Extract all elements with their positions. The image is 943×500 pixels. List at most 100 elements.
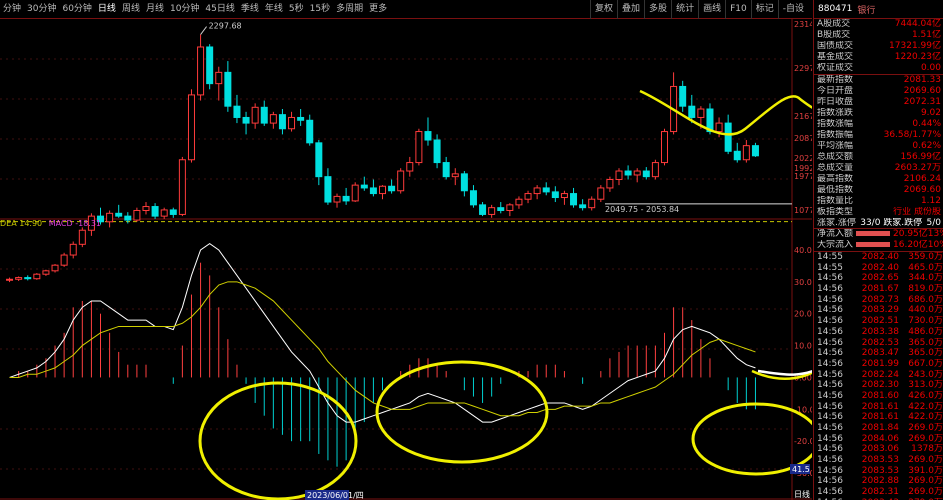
toolbar-button[interactable]: F10 [725,0,751,19]
tick-row: 14:56 2082.53 365.0万 [814,338,943,349]
candle-body [697,108,705,118]
toolbar-button[interactable]: 标记 [750,0,778,19]
candle-body [6,278,14,281]
candle-body [460,173,468,192]
stat-row: 指数振幅 36.58/1.77% [814,130,943,141]
period-tab[interactable]: 10分钟 [167,0,202,19]
toolbar-button[interactable]: 统计 [671,0,698,19]
stat-label: 总成交额 [817,152,854,162]
candle-body [379,185,386,195]
kline-chart[interactable]: 2297.68 2049.75 - 2053.84 2314 2297 2167 2087… [0,19,812,500]
tick-cell: 313.0万 [908,380,943,391]
tick-row: 14:55 2082.40 359.0万 [814,252,943,263]
tick-cell: 2082.51 [861,316,899,327]
tick-row: 14:55 2082.40 465.0万 [814,263,943,274]
tick-row: 14:56 2084.06 269.0万 [814,434,943,445]
toolbar-button[interactable]: 多股 [644,0,671,19]
tick-cell: 2083.53 [861,465,899,476]
flow-pct: 13% [927,229,943,239]
candle-body [51,264,59,272]
candle-body [78,229,86,245]
stat-value: 2069.60 [903,86,941,96]
candle-body [751,145,759,157]
tick-cell: 2082.40 [861,252,899,262]
period-tab[interactable]: 季线 [238,0,262,19]
tick-list[interactable]: 14:55 2082.40 359.0万 14:55 2082.40 465.0万 14:5… [814,252,943,500]
price-axis-label: 2087 [794,134,812,143]
tick-cell: 465.0万 [908,262,943,273]
period-tab[interactable]: 45日线 [202,0,237,19]
stat-row: 最新指数 2081.33 [814,75,943,86]
price-axis-label: 2022 [794,154,812,163]
stat-row: B股成交 1.51亿 [814,30,943,41]
tick-cell: 344.0万 [908,273,943,284]
candle-body [369,187,377,195]
candle-body [15,277,23,280]
tick-cell: 2081.61 [861,401,899,412]
tick-cell: 14:56 [817,284,843,295]
candle-body [142,206,150,211]
candle-body [651,162,659,178]
stat-value: 9.02 [920,108,941,118]
stat-value: 1.12 [920,196,941,206]
tick-cell: 2083.38 [861,326,899,337]
price-axis-label: 2297 [794,64,812,73]
period-tab[interactable]: 年线 [262,0,286,19]
period-tab[interactable]: 周线 [119,0,143,19]
tick-cell: 2083.06 [861,444,899,455]
tick-row: 14:56 2082.73 686.0万 [814,295,943,306]
period-tab[interactable]: 30分钟 [24,0,59,19]
candle-body [124,215,132,221]
drawn-trend-curve [639,89,812,136]
candle-body [442,162,450,178]
tick-row: 14:56 2081.60 426.0万 [814,391,943,402]
tick-cell: 1378万 [911,444,943,455]
toolbar-button[interactable]: -自设 [777,0,808,19]
candle-body [151,206,159,217]
high-label: 2297.68 [209,22,242,31]
candle-body [715,122,723,133]
candle-body [24,277,32,280]
stat-label: 国债成交 [817,41,854,51]
stat-row: 今日开盘 2069.60 [814,86,943,97]
candle-body [633,170,641,176]
period-tab[interactable]: 分钟 [0,0,24,19]
stat-row: 指数涨幅 0.44% [814,119,943,130]
candle-body [570,193,578,206]
candle-body [133,209,141,221]
period-tab[interactable]: 日线 [95,0,119,19]
tick-row: 14:56 2083.06 1378万 [814,444,943,455]
toolbar-button[interactable]: 画线 [698,0,725,19]
candle-body [588,198,596,209]
candle-body [42,270,50,275]
candle-body [742,145,750,161]
stat-label: 板指类型 [817,207,854,217]
tick-row: 14:56 2081.99 667.0万 [814,359,943,370]
flow-row: 大宗流入16.20亿10% [814,240,943,251]
tick-cell: 2083.29 [861,305,899,316]
tick-cell: 14:56 [817,380,843,391]
candle-body [406,162,414,172]
period-tab[interactable]: 5秒 [286,0,307,19]
tick-cell: 2082.88 [861,476,899,487]
period-tab[interactable]: 更多 [366,0,390,19]
candle-body [397,170,405,192]
stat-label: 指数量比 [817,196,854,206]
tick-cell: 14:56 [817,273,843,284]
period-tab[interactable]: 15秒 [307,0,333,19]
period-tab[interactable]: 60分钟 [59,0,94,19]
toolbar-button[interactable]: 复权 [590,0,617,19]
period-tab[interactable]: 多周期 [333,0,366,19]
date-label: 2023/06/01/四 [307,491,364,500]
tick-row: 14:56 2083.53 269.0万 [814,455,943,466]
candle-body [360,184,368,189]
toolbar-button[interactable]: 叠加 [617,0,644,19]
stat-value: 2603.27万 [894,163,941,173]
tick-cell: 2081.99 [861,358,899,369]
tick-cell: 365.0万 [908,348,943,359]
period-tab[interactable]: 月线 [143,0,167,19]
tick-cell: 422.0万 [908,412,943,423]
tick-cell: 2082.65 [861,273,899,284]
highlight-circle [198,381,358,500]
candle-body [242,116,250,124]
